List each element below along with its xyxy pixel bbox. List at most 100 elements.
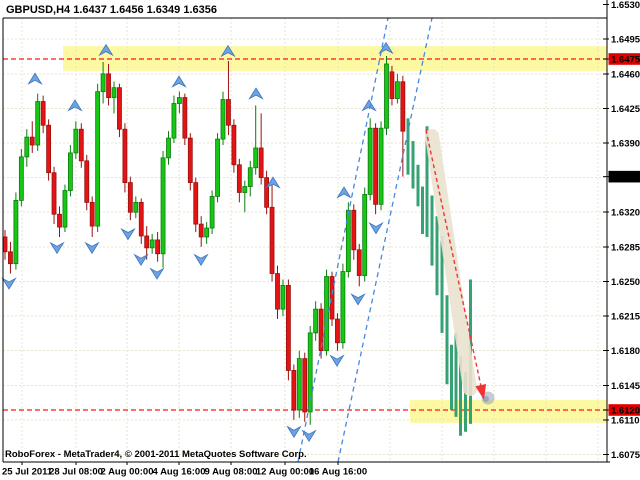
fractals-layer (3, 43, 393, 442)
candle (90, 202, 94, 226)
fractal-down-icon (352, 294, 365, 305)
candle (14, 200, 18, 263)
chart-title: GBPUSD,H4 1.6437 1.6456 1.6349 1.6356 (6, 4, 217, 16)
candle (63, 190, 67, 227)
candle (30, 137, 34, 145)
candle (74, 129, 78, 153)
candle (177, 98, 181, 104)
candle (363, 194, 367, 275)
candle (297, 359, 301, 410)
candle (379, 128, 383, 204)
candle (368, 128, 372, 194)
candle (183, 98, 187, 139)
candle (357, 250, 361, 276)
candle (314, 309, 318, 333)
candle (335, 319, 339, 343)
candle (167, 138, 171, 158)
candle (41, 102, 45, 126)
candle (265, 178, 269, 208)
fractal-down-icon (135, 255, 148, 265)
candle (248, 168, 252, 187)
support-label: 1.6120 (611, 405, 640, 416)
candle (286, 285, 290, 370)
price-axis-label: 1.6460 (611, 69, 640, 80)
candle (221, 100, 225, 140)
fractal-down-icon (122, 229, 135, 240)
date-label: 25 Jul 2011 (2, 467, 53, 478)
copyright-text: RoboForex - MetaTrader4, © 2001-2011 Met… (5, 449, 307, 460)
fractal-down-icon (331, 356, 344, 367)
date-label: 4 Aug 16:00 (153, 467, 206, 478)
candle (19, 157, 23, 201)
candle (25, 137, 29, 157)
price-axis-label: 1.6215 (611, 312, 640, 323)
price-axis-label: 1.6110 (611, 415, 640, 426)
date-label: 16 Aug 16:00 (309, 467, 367, 478)
candle (330, 277, 334, 320)
candle (79, 129, 83, 161)
price-axis-label: 1.6075 (611, 450, 640, 461)
candle (145, 236, 149, 248)
candle (199, 224, 203, 237)
candle (237, 165, 241, 193)
candle (52, 173, 56, 215)
candle (325, 277, 329, 351)
candle (292, 370, 296, 410)
fractal-up-icon (338, 187, 351, 198)
candle (188, 138, 192, 182)
candle (216, 139, 220, 196)
candle (3, 237, 7, 252)
candle (395, 82, 399, 99)
fractal-down-icon (288, 427, 301, 438)
price-axis-label: 1.6495 (611, 35, 640, 46)
candle (259, 148, 263, 178)
date-label: 9 Aug 08:00 (205, 467, 258, 478)
candle (401, 82, 405, 131)
price-axis-label: 1.6250 (611, 277, 640, 288)
candle (161, 158, 165, 254)
fractal-down-icon (51, 243, 64, 254)
candle (139, 202, 143, 236)
candle (96, 92, 100, 226)
candle (47, 125, 51, 172)
candle (8, 252, 12, 264)
resistance-label: 1.6475 (611, 55, 640, 66)
fractal-down-icon (3, 278, 16, 289)
candle (134, 202, 138, 212)
price-axis-label: 1.6390 (611, 139, 640, 150)
candle (276, 274, 280, 310)
candle (205, 228, 209, 237)
candle (270, 207, 274, 273)
candle (58, 214, 62, 227)
candle (374, 128, 378, 204)
price-axis-label: 1.6530 (611, 0, 640, 11)
fractal-down-icon (370, 223, 383, 234)
candle (281, 285, 285, 309)
mt4-chart-canvas[interactable]: 1.65301.64951.64601.64251.63901.63201.62… (0, 0, 640, 480)
candle (226, 100, 230, 126)
candle (123, 129, 127, 182)
candle (101, 74, 105, 92)
price-axis-label: 1.6180 (611, 346, 640, 357)
candle (150, 240, 154, 248)
channel-lower[interactable] (298, 18, 388, 462)
price-axis-layer: 1.65301.64951.64601.64251.63901.63201.62… (603, 0, 640, 461)
candle (232, 125, 236, 165)
candle (68, 153, 72, 191)
zones-layer (63, 46, 607, 423)
date-label: 2 Aug 00:00 (101, 467, 154, 478)
price-axis-label: 1.6285 (611, 242, 640, 253)
candles-layer (3, 56, 405, 425)
candle (341, 272, 345, 343)
date-label: 28 Jul 08:00 (49, 467, 103, 478)
price-axis-label: 1.6320 (611, 208, 640, 219)
candle (85, 161, 89, 203)
candle (172, 103, 176, 138)
current-price-label: 1.6356 (611, 172, 640, 183)
date-label: 12 Aug 00:00 (256, 467, 314, 478)
candle (385, 64, 389, 128)
candle (128, 183, 132, 213)
fractal-up-icon (29, 73, 42, 84)
date-axis-layer: 25 Jul 201128 Jul 08:002 Aug 00:004 Aug … (2, 462, 367, 478)
fractal-down-icon (195, 255, 208, 265)
